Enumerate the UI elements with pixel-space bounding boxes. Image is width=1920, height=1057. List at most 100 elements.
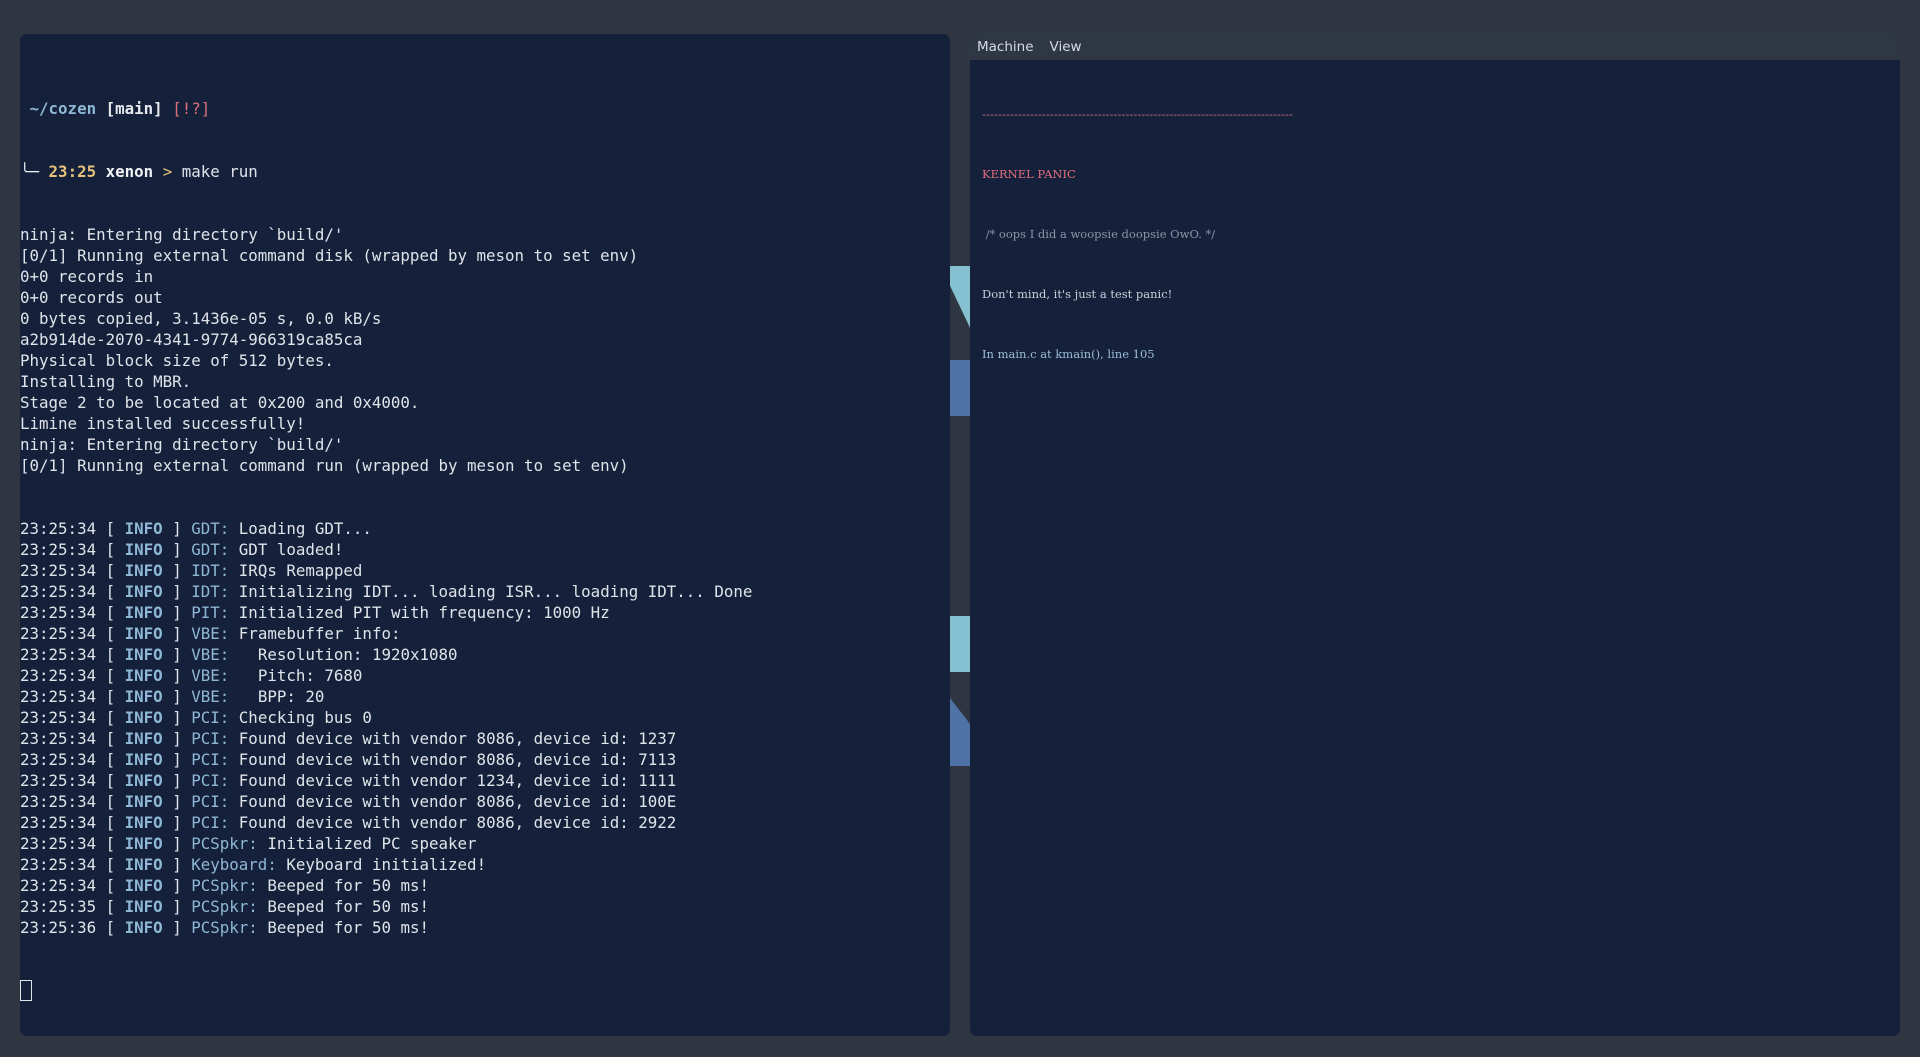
- output-line: [0/1] Running external command disk (wra…: [20, 246, 639, 265]
- log-module: PCI:: [191, 792, 230, 811]
- log-module: IDT:: [191, 582, 230, 601]
- log-message: Found device with vendor 8086, device id…: [238, 813, 677, 832]
- log-level: INFO: [124, 918, 163, 937]
- log-level: INFO: [124, 834, 163, 853]
- wallpaper-fragment: [950, 698, 972, 766]
- log-message: Resolution: 1920x1080: [238, 645, 458, 664]
- log-timestamp: 23:25:34: [20, 708, 97, 727]
- log-level: INFO: [124, 876, 163, 895]
- log-level: INFO: [124, 645, 163, 664]
- output-line: [0/1] Running external command run (wrap…: [20, 456, 629, 475]
- log-level: INFO: [124, 561, 163, 580]
- log-timestamp: 23:25:35: [20, 897, 97, 916]
- menu-machine[interactable]: Machine: [977, 39, 1034, 55]
- log-message: Initialized PIT with frequency: 1000 Hz: [238, 603, 610, 622]
- log-timestamp: 23:25:34: [20, 834, 97, 853]
- log-level: INFO: [124, 624, 163, 643]
- prompt-line: ~/cozen [main] [!?]: [20, 98, 950, 119]
- prompt-directory: ~/cozen: [29, 99, 97, 118]
- log-message: Framebuffer info:: [238, 624, 401, 643]
- log-line: 23:25:34 [ INFO ] PCI: Found device with…: [20, 750, 677, 769]
- log-module: PCI:: [191, 813, 230, 832]
- log-timestamp: 23:25:34: [20, 813, 97, 832]
- log-timestamp: 23:25:34: [20, 561, 97, 580]
- log-message: Beeped for 50 ms!: [267, 897, 430, 916]
- log-level: INFO: [124, 897, 163, 916]
- log-level: INFO: [124, 813, 163, 832]
- log-module: PCSpkr:: [191, 834, 258, 853]
- log-message: Found device with vendor 8086, device id…: [238, 729, 677, 748]
- prompt-git-status: [!?]: [172, 99, 211, 118]
- log-line: 23:25:34 [ INFO ] PCSpkr: Beeped for 50 …: [20, 876, 430, 895]
- log-level: INFO: [124, 792, 163, 811]
- log-line: 23:25:34 [ INFO ] PCSpkr: Initialized PC…: [20, 834, 477, 853]
- log-level: INFO: [124, 540, 163, 559]
- typed-command: make run: [181, 162, 258, 181]
- vm-menubar: Machine View: [970, 34, 1900, 60]
- log-line: 23:25:34 [ INFO ] PCI: Found device with…: [20, 813, 677, 832]
- log-module: Keyboard:: [191, 855, 277, 874]
- output-line: Installing to MBR.: [20, 372, 192, 391]
- log-level: INFO: [124, 687, 163, 706]
- desktop: ~/cozen [main] [!?] ╰─ 23:25 xenon > mak…: [0, 0, 1920, 1057]
- log-module: GDT:: [191, 540, 230, 559]
- wallpaper-fragment: [950, 616, 972, 672]
- log-line: 23:25:34 [ INFO ] PCI: Found device with…: [20, 792, 677, 811]
- log-timestamp: 23:25:34: [20, 876, 97, 895]
- log-module: PIT:: [191, 603, 230, 622]
- log-message: Loading GDT...: [238, 519, 372, 538]
- terminal-cursor: [20, 980, 32, 1001]
- prompt-git-branch: [main]: [105, 99, 163, 118]
- log-message: GDT loaded!: [238, 540, 344, 559]
- log-timestamp: 23:25:34: [20, 666, 97, 685]
- log-message: Keyboard initialized!: [286, 855, 487, 874]
- terminal-output[interactable]: ~/cozen [main] [!?] ╰─ 23:25 xenon > mak…: [20, 34, 950, 1036]
- log-module: PCI:: [191, 729, 230, 748]
- menu-view[interactable]: View: [1050, 39, 1082, 55]
- log-timestamp: 23:25:34: [20, 582, 97, 601]
- vm-display[interactable]: ----------------------------------------…: [970, 60, 1900, 404]
- log-line: 23:25:34 [ INFO ] VBE: Framebuffer info:: [20, 624, 401, 643]
- output-line: Physical block size of 512 bytes.: [20, 351, 334, 370]
- build-output: ninja: Entering directory `build/' [0/1] …: [20, 224, 950, 476]
- terminal-window[interactable]: ~/cozen [main] [!?] ╰─ 23:25 xenon > mak…: [20, 34, 950, 1036]
- log-timestamp: 23:25:34: [20, 645, 97, 664]
- log-message: Beeped for 50 ms!: [267, 918, 430, 937]
- panic-rule: ----------------------------------------…: [982, 107, 1293, 121]
- git-branch-name: main: [115, 99, 154, 118]
- wallpaper-fragment: [950, 266, 972, 332]
- log-line: 23:25:34 [ INFO ] VBE: Pitch: 7680: [20, 666, 363, 685]
- panic-location: In main.c at kmain(), line 105: [982, 347, 1155, 361]
- log-level: INFO: [124, 666, 163, 685]
- log-line: 23:25:34 [ INFO ] Keyboard: Keyboard ini…: [20, 855, 487, 874]
- log-line: 23:25:34 [ INFO ] VBE: Resolution: 1920x…: [20, 645, 458, 664]
- output-line: ninja: Entering directory `build/': [20, 225, 344, 244]
- prompt-tree-glyph: ╰─: [20, 162, 40, 181]
- log-level: INFO: [124, 582, 163, 601]
- output-line: 0 bytes copied, 3.1436e-05 s, 0.0 kB/s: [20, 309, 382, 328]
- command-line: ╰─ 23:25 xenon > make run: [20, 161, 950, 182]
- log-module: IDT:: [191, 561, 230, 580]
- log-line: 23:25:34 [ INFO ] PCI: Found device with…: [20, 729, 677, 748]
- vm-window[interactable]: Machine View ---------------------------…: [970, 34, 1900, 1036]
- log-line: 23:25:34 [ INFO ] GDT: GDT loaded!: [20, 540, 344, 559]
- output-line: Limine installed successfully!: [20, 414, 306, 433]
- cursor-line: [20, 980, 950, 1001]
- log-module: VBE:: [191, 645, 230, 664]
- log-message: Checking bus 0: [238, 708, 372, 727]
- log-module: PCSpkr:: [191, 897, 258, 916]
- prompt-time: 23:25: [48, 162, 97, 181]
- log-timestamp: 23:25:34: [20, 687, 97, 706]
- log-message: Found device with vendor 1234, device id…: [238, 771, 677, 790]
- log-timestamp: 23:25:36: [20, 918, 97, 937]
- output-line: 0+0 records out: [20, 288, 163, 307]
- log-message: Found device with vendor 8086, device id…: [238, 750, 677, 769]
- log-level: INFO: [124, 603, 163, 622]
- log-line: 23:25:34 [ INFO ] PCI: Found device with…: [20, 771, 677, 790]
- log-message: Beeped for 50 ms!: [267, 876, 430, 895]
- log-line: 23:25:34 [ INFO ] PIT: Initialized PIT w…: [20, 603, 610, 622]
- log-module: PCSpkr:: [191, 876, 258, 895]
- log-level: INFO: [124, 519, 163, 538]
- log-message: Found device with vendor 8086, device id…: [238, 792, 677, 811]
- log-timestamp: 23:25:34: [20, 792, 97, 811]
